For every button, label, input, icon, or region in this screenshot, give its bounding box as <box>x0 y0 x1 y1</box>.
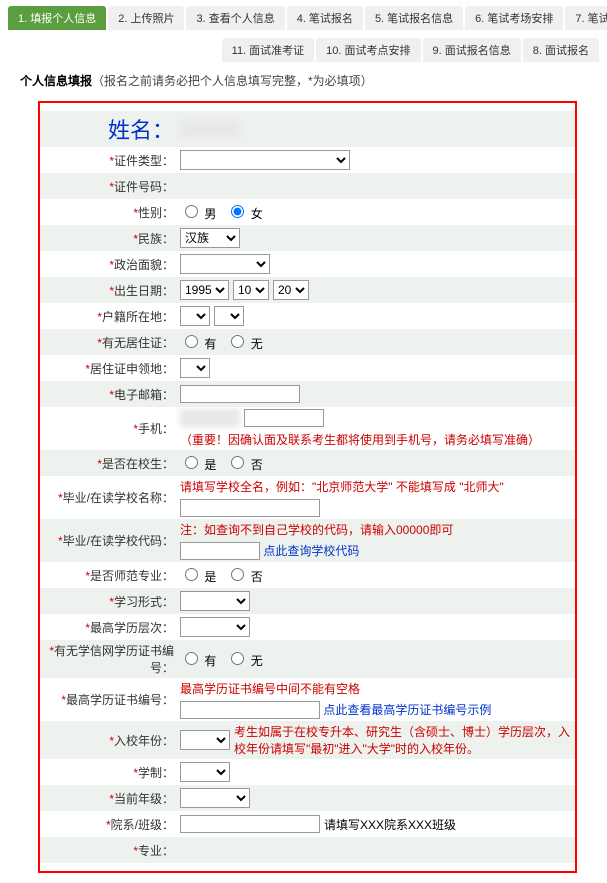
hukou-prov[interactable] <box>180 306 210 326</box>
label-major: *专业： <box>40 842 180 859</box>
enroll-year-hint: 考生如属于在校专升本、研究生（含硕士、博士）学历层次，入校年份请填写"最初"进入… <box>234 723 574 757</box>
label-gender: *性别： <box>40 204 180 221</box>
birth-month[interactable]: 10 <box>233 280 269 300</box>
email-input[interactable] <box>180 385 300 403</box>
shifan-no[interactable]: 否 <box>226 565 262 585</box>
label-xuexin: *有无学信网学历证书编号： <box>40 642 180 676</box>
label-dept-class: *院系/班级： <box>40 816 180 833</box>
birth-day[interactable]: 20 <box>273 280 309 300</box>
label-hukou: *户籍所在地： <box>40 308 180 325</box>
name-value <box>180 120 240 138</box>
label-school-name: *毕业/在读学校名称： <box>40 489 180 506</box>
nation-select[interactable]: 汉族 <box>180 228 240 248</box>
gender-male[interactable]: 男 <box>180 202 216 222</box>
school-code-input[interactable] <box>180 542 260 560</box>
highest-edu-select[interactable] <box>180 617 250 637</box>
section-title: 个人信息填报（报名之前请务必把个人信息填写完整，*为必填项） <box>0 64 607 97</box>
step-tab[interactable]: 6. 笔试考场安排 <box>465 6 563 30</box>
label-enroll-year: *入校年份： <box>40 732 180 749</box>
phone-masked <box>180 409 240 427</box>
label-edu-cert: *最高学历证书编号： <box>40 691 180 708</box>
label-birth: *出生日期： <box>40 282 180 299</box>
label-id-no: *证件号码： <box>40 178 180 195</box>
step-tab[interactable]: 5. 笔试报名信息 <box>365 6 463 30</box>
dept-class-input[interactable] <box>180 815 320 833</box>
step-tab[interactable]: 11. 面试准考证 <box>222 38 315 62</box>
step-tab[interactable]: 10. 面试考点安排 <box>316 38 420 62</box>
xuezhi-select[interactable] <box>180 762 230 782</box>
label-phone: *手机： <box>40 420 180 437</box>
label-id-type: *证件类型： <box>40 152 180 169</box>
form-highlight-box: 姓名： *证件类型： *证件号码： *性别： 男 女 *民族： 汉族 *政治面貌… <box>38 101 577 873</box>
school-hint1: 请填写学校全名，例如："北京师范大学" 不能填写成 "北师大" <box>180 478 504 495</box>
label-school-code: *毕业/在读学校代码： <box>40 532 180 549</box>
edu-cert-input[interactable] <box>180 701 320 719</box>
school-hint2: 注：如查询不到自己学校的代码，请输入00000即可 <box>180 521 453 538</box>
label-shifan: *是否师范专业： <box>40 567 180 584</box>
label-study-form: *学习形式： <box>40 593 180 610</box>
step-tab[interactable]: 1. 填报个人信息 <box>8 6 106 30</box>
label-highest-edu: *最高学历层次： <box>40 619 180 636</box>
step-tab[interactable]: 4. 笔试报名 <box>287 6 363 30</box>
step-tab[interactable]: 8. 面试报名 <box>523 38 599 62</box>
dept-class-hint: 请填写XXX院系XXX班级 <box>324 816 456 833</box>
zaixiao-no[interactable]: 否 <box>226 453 262 473</box>
study-form-select[interactable] <box>180 591 250 611</box>
xuexin-yes[interactable]: 有 <box>180 649 216 669</box>
label-juzhu: *有无居住证： <box>40 334 180 351</box>
label-email: *电子邮箱： <box>40 386 180 403</box>
step-tabs: 1. 填报个人信息2. 上传照片3. 查看个人信息4. 笔试报名5. 笔试报名信… <box>0 0 607 64</box>
label-nation: *民族： <box>40 230 180 247</box>
label-juzhu-addr: *居住证申领地： <box>40 360 180 377</box>
label-grade: *当前年级： <box>40 790 180 807</box>
label-politics: *政治面貌： <box>40 256 180 273</box>
school-name-input[interactable] <box>180 499 320 517</box>
grade-select[interactable] <box>180 788 250 808</box>
enroll-year-select[interactable] <box>180 730 230 750</box>
juzhu-no[interactable]: 无 <box>226 332 262 352</box>
label-zaixiao: *是否在校生： <box>40 455 180 472</box>
step-tab[interactable]: 3. 查看个人信息 <box>186 6 284 30</box>
gender-female[interactable]: 女 <box>226 202 262 222</box>
juzhu-addr-select[interactable] <box>180 358 210 378</box>
hukou-city[interactable] <box>214 306 244 326</box>
id-type-select[interactable] <box>180 150 350 170</box>
politics-select[interactable] <box>180 254 270 274</box>
xuexin-no[interactable]: 无 <box>226 649 262 669</box>
birth-year[interactable]: 1995 <box>180 280 229 300</box>
juzhu-yes[interactable]: 有 <box>180 332 216 352</box>
phone-hint: （重要！因确认面及联系考生都将使用到手机号，请务必填写准确） <box>180 431 540 448</box>
shifan-yes[interactable]: 是 <box>180 565 216 585</box>
label-name: 姓名： <box>40 113 180 145</box>
zaixiao-yes[interactable]: 是 <box>180 453 216 473</box>
edu-cert-hint: 最高学历证书编号中间不能有空格 <box>180 680 360 697</box>
label-xuezhi: *学制： <box>40 764 180 781</box>
school-code-link[interactable]: 点此查询学校代码 <box>263 544 359 558</box>
phone-input[interactable] <box>244 409 324 427</box>
step-tab[interactable]: 2. 上传照片 <box>108 6 184 30</box>
step-tab[interactable]: 9. 面试报名信息 <box>423 38 521 62</box>
step-tab[interactable]: 7. 笔试准考证 <box>565 6 607 30</box>
edu-cert-link[interactable]: 点此查看最高学历证书编号示例 <box>323 703 491 717</box>
